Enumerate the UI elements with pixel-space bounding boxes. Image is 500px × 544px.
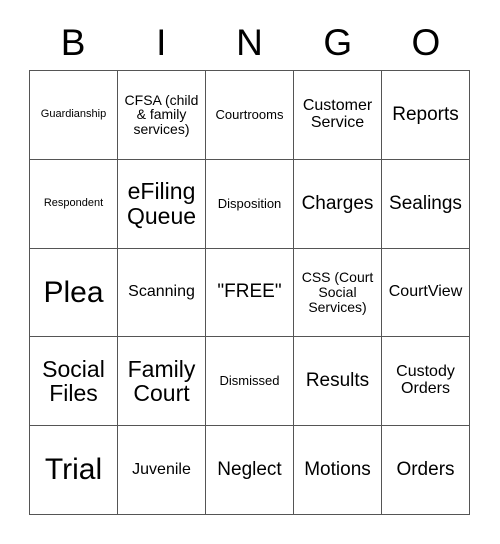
bingo-cell[interactable]: Respondent: [30, 159, 118, 249]
bingo-cell[interactable]: Orders: [382, 426, 470, 515]
bingo-cell[interactable]: Trial: [30, 426, 118, 515]
bingo-cell-label: Plea: [43, 275, 104, 309]
bingo-cell-label: CSS (Court Social Services): [301, 269, 374, 315]
bingo-cell-label: Social Files: [42, 355, 105, 407]
bingo-cell[interactable]: Sealings: [382, 159, 470, 249]
bingo-cell-label: Sealings: [389, 192, 462, 214]
bingo-cell[interactable]: Customer Service: [294, 71, 382, 160]
bingo-cell[interactable]: Scanning: [118, 248, 206, 338]
bingo-cell-label: Trial: [44, 453, 103, 487]
bingo-cell[interactable]: Guardianship: [30, 71, 118, 160]
bingo-card: B I N G O Guardianship CFSA (child & fami…: [0, 0, 500, 544]
bingo-header-letter-b: B: [60, 21, 86, 63]
bingo-cell-label: "FREE": [217, 281, 282, 303]
bingo-cell-label: Neglect: [217, 459, 282, 481]
bingo-cell-label: eFiling Queue: [126, 178, 197, 229]
bingo-cell-label: Disposition: [217, 195, 282, 211]
bingo-cell[interactable]: Reports: [382, 71, 470, 160]
bingo-cell[interactable]: CSS (Court Social Services): [294, 248, 382, 338]
bingo-cell-label: Motions: [304, 459, 371, 481]
bingo-cell-label: Customer Service: [302, 96, 373, 131]
bingo-cell[interactable]: Results: [294, 337, 382, 427]
bingo-cell[interactable]: "FREE": [206, 248, 294, 338]
bingo-cell[interactable]: eFiling Queue: [118, 159, 206, 249]
bingo-cell-label: Orders: [396, 459, 455, 481]
bingo-cell-label: Guardianship: [40, 108, 107, 121]
bingo-cell[interactable]: Charges: [294, 159, 382, 249]
bingo-cell[interactable]: Disposition: [206, 159, 294, 249]
bingo-cell-label: Scanning: [128, 283, 195, 301]
bingo-cell-label: CourtView: [388, 283, 463, 301]
bingo-grid: Guardianship CFSA (child & family service…: [29, 70, 470, 515]
bingo-cell[interactable]: Courtrooms: [206, 71, 294, 160]
bingo-cell-label: Charges: [301, 192, 374, 214]
bingo-cell-label: Custody Orders: [396, 363, 455, 398]
bingo-cell-label: Respondent: [43, 196, 104, 209]
bingo-cell[interactable]: Dismissed: [206, 337, 294, 427]
bingo-header-letter-o: O: [411, 21, 441, 63]
bingo-cell[interactable]: CourtView: [382, 248, 470, 338]
bingo-cell[interactable]: Juvenile: [118, 426, 206, 515]
bingo-header-letter-g: G: [323, 21, 353, 63]
bingo-header-letter-n: N: [236, 21, 263, 63]
bingo-cell-label: CFSA (child & family services): [124, 91, 199, 138]
bingo-cell-label: Juvenile: [132, 460, 191, 478]
bingo-header-row: B I N G O: [29, 14, 470, 70]
bingo-cell-label: Reports: [392, 103, 459, 125]
bingo-cell[interactable]: Motions: [294, 426, 382, 515]
bingo-cell-label: Results: [305, 370, 370, 392]
bingo-cell[interactable]: Family Court: [118, 337, 206, 427]
bingo-cell[interactable]: Social Files: [30, 337, 118, 427]
bingo-cell[interactable]: Plea: [30, 248, 118, 338]
bingo-cell[interactable]: Custody Orders: [382, 337, 470, 427]
bingo-cell-label: Courtrooms: [215, 107, 284, 123]
bingo-cell-label: Family Court: [127, 355, 196, 407]
bingo-cell[interactable]: Neglect: [206, 426, 294, 515]
bingo-cell[interactable]: CFSA (child & family services): [118, 71, 206, 160]
bingo-header-letter-i: I: [156, 21, 167, 63]
bingo-cell-label: Dismissed: [219, 373, 280, 389]
